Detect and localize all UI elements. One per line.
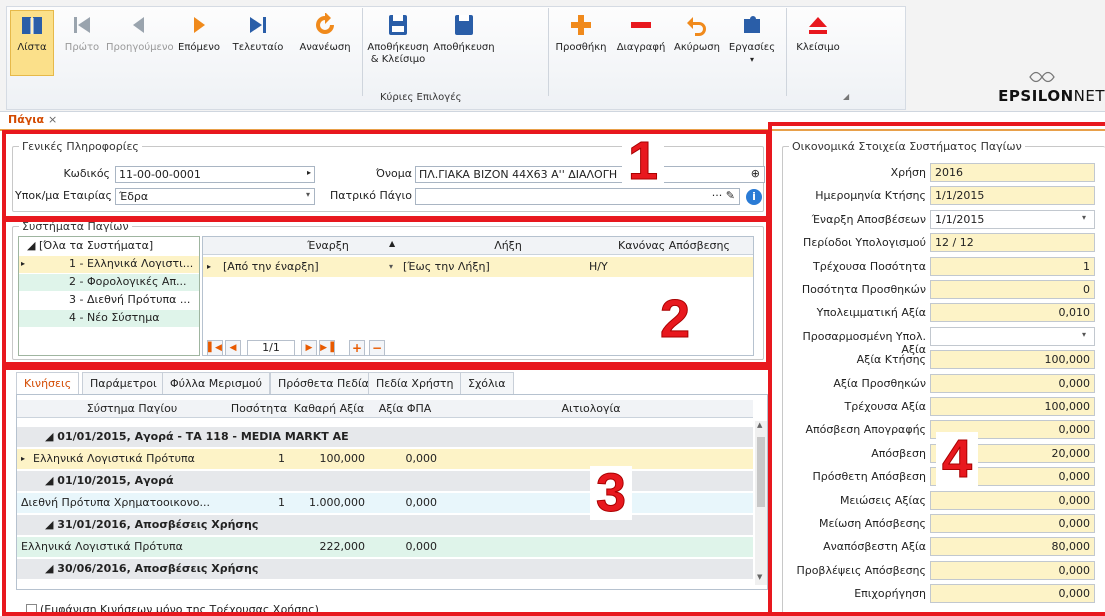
- refresh-button-label: Ανανέωση: [299, 42, 351, 53]
- callout-box-4: [768, 122, 1105, 616]
- tasks-button-label: Εργασίες: [728, 42, 776, 53]
- tab-pagia-label: Πάγια: [8, 113, 45, 126]
- list-button-label: Λίστα: [17, 42, 47, 53]
- callout-number-1: 1: [622, 134, 665, 189]
- cancel-button-label: Ακύρωση: [674, 42, 720, 53]
- brand-logo: EPSILONNET: [960, 70, 1105, 110]
- brand-logo-text-a: EPSILON: [998, 87, 1074, 105]
- last-button[interactable]: Τελευταίο: [226, 8, 290, 88]
- close-button[interactable]: Κλείσιμο: [790, 8, 846, 88]
- save-close-icon: [366, 8, 430, 42]
- first-icon: [62, 8, 102, 42]
- minus-icon: [612, 8, 670, 42]
- add-button-label: Προσθήκη: [555, 42, 607, 53]
- chevron-down-icon: ▾: [749, 55, 754, 64]
- tab-pagia[interactable]: Πάγια ×: [8, 113, 57, 126]
- next-button-label: Επόμενο: [178, 42, 220, 53]
- delete-button-label: Διαγραφή: [616, 42, 666, 53]
- ribbon-group-label: Κύριες Επιλογές: [380, 92, 462, 103]
- previous-button-label: Προηγούμενο: [106, 42, 174, 53]
- callout-number-2: 2: [654, 292, 697, 347]
- expand-icon[interactable]: ◢: [843, 92, 849, 101]
- refresh-button[interactable]: Ανανέωση: [292, 8, 358, 88]
- puzzle-icon: [724, 8, 780, 42]
- first-button[interactable]: Πρώτο: [62, 8, 102, 88]
- previous-icon: [106, 8, 172, 42]
- last-icon: [226, 8, 290, 42]
- undo-icon: [672, 8, 722, 42]
- save-icon: [432, 8, 496, 42]
- callout-number-4: 4: [936, 432, 979, 487]
- ribbon-separator: [786, 8, 787, 96]
- next-button[interactable]: Επόμενο: [174, 8, 224, 88]
- save-close-button-label: Αποθήκευση & Κλείσιμο: [367, 42, 429, 65]
- previous-button[interactable]: Προηγούμενο: [106, 8, 174, 88]
- brand-logo-text-b: NET: [1073, 87, 1105, 105]
- close-tab-icon[interactable]: ×: [48, 113, 57, 126]
- refresh-icon: [292, 8, 358, 42]
- last-button-label: Τελευταίο: [232, 42, 284, 53]
- cancel-button[interactable]: Ακύρωση: [672, 8, 722, 88]
- eject-icon: [790, 8, 846, 42]
- callout-number-3: 3: [590, 466, 633, 521]
- save-close-button[interactable]: Αποθήκευση & Κλείσιμο: [366, 8, 430, 88]
- next-icon: [174, 8, 224, 42]
- list-button[interactable]: Λίστα: [14, 8, 50, 88]
- ribbon-separator: [548, 8, 549, 96]
- plus-icon: [552, 8, 610, 42]
- callout-box-3: [2, 366, 772, 616]
- delete-button[interactable]: Διαγραφή: [612, 8, 670, 88]
- save-button[interactable]: Αποθήκευση: [432, 8, 496, 88]
- ribbon: Λίστα Πρώτο Προηγούμενο Επόμενο Τελευταί…: [0, 0, 1105, 112]
- close-button-label: Κλείσιμο: [796, 42, 840, 53]
- ribbon-separator: [362, 8, 363, 96]
- first-button-label: Πρώτο: [64, 42, 100, 53]
- save-button-label: Αποθήκευση: [433, 42, 495, 53]
- book-icon: [14, 8, 50, 42]
- tasks-button[interactable]: Εργασίες ▾: [724, 8, 780, 88]
- add-button[interactable]: Προσθήκη: [552, 8, 610, 88]
